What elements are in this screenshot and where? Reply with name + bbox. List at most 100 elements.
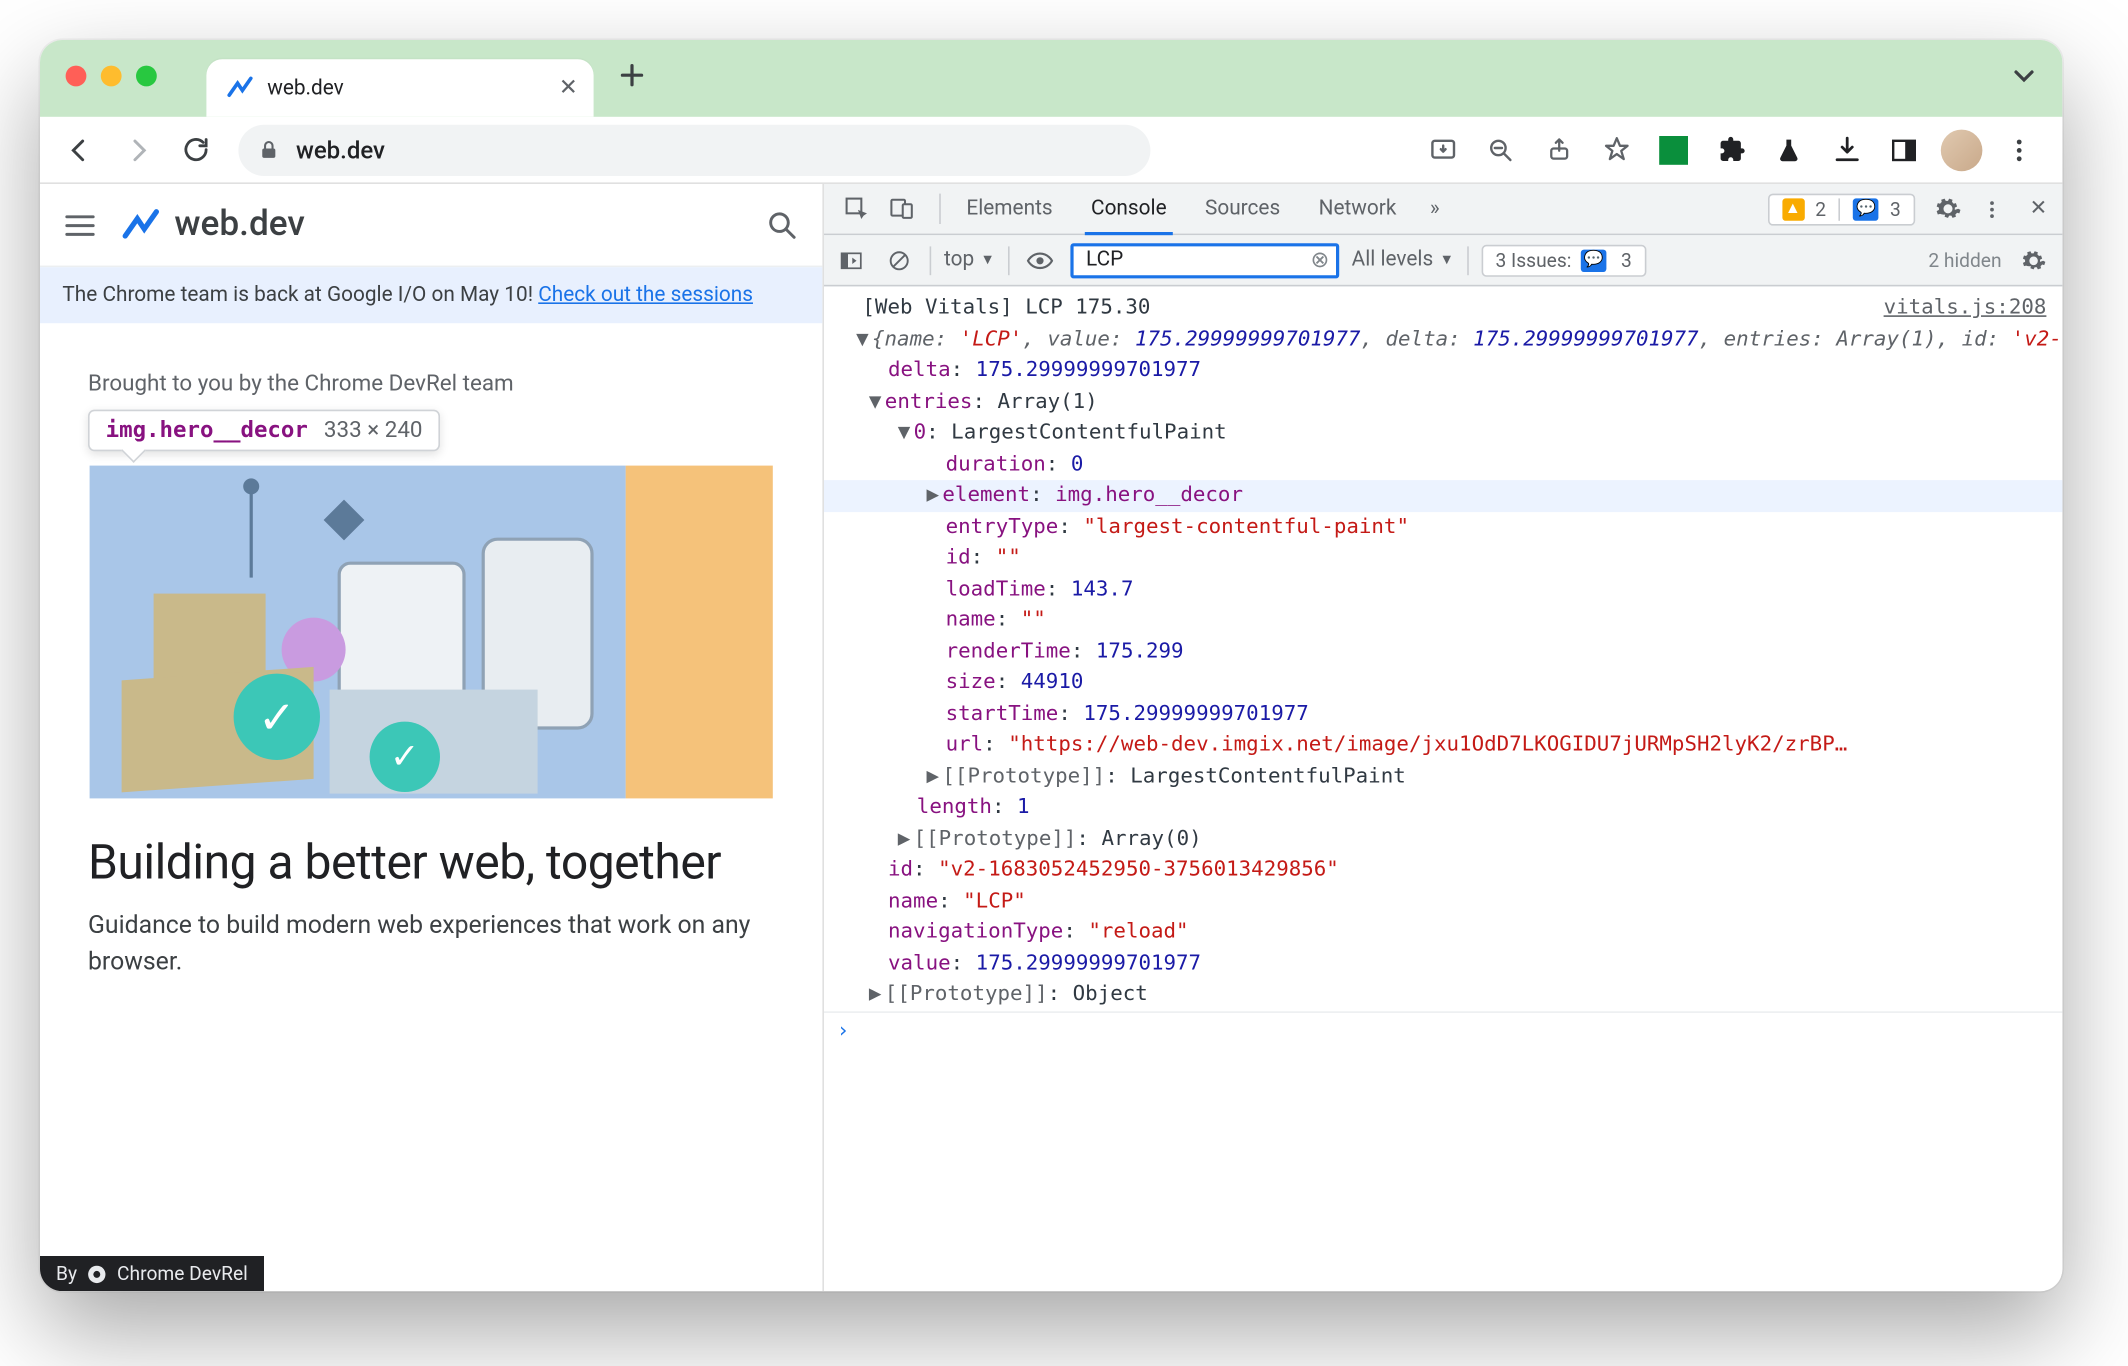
download-icon[interactable] (1826, 129, 1868, 171)
maximize-window-icon[interactable] (136, 66, 157, 87)
more-tabs-icon[interactable]: » (1416, 184, 1454, 234)
reload-button[interactable] (171, 126, 219, 174)
filter-value: LCP (1086, 248, 1123, 272)
minimize-window-icon[interactable] (101, 66, 122, 87)
log-summary: ▼{name: 'LCP', value: 175.29999999701977… (824, 324, 2062, 355)
devtools-close-icon[interactable]: ✕ (2014, 184, 2062, 234)
issues-count: 3 (1621, 249, 1632, 271)
site-logo[interactable]: web.dev (120, 204, 305, 246)
star-icon[interactable] (1595, 129, 1637, 171)
prop-nav: navigationType: "reload" (824, 917, 2062, 948)
prop-startTime: startTime: 175.29999999701977 (824, 698, 2062, 729)
tab-elements[interactable]: Elements (947, 184, 1072, 234)
devrel-badge: By Chrome DevRel (40, 1256, 264, 1291)
window-controls (66, 66, 157, 87)
kebab-icon[interactable] (1998, 129, 2040, 171)
avatar[interactable] (1941, 129, 1983, 171)
issues-label: 3 Issues: (1495, 249, 1571, 271)
zoom-out-icon[interactable] (1480, 129, 1522, 171)
message-icon: 💬 (1853, 198, 1879, 220)
filter-input[interactable]: LCP ⊗ (1070, 242, 1339, 277)
browser-window: web.dev ✕ web.dev (40, 40, 2062, 1291)
prop-renderTime: renderTime: 175.299 (824, 636, 2062, 667)
prop-oid: id: "v2-1683052452950-3756013429856" (824, 854, 2062, 885)
favicon-icon (226, 74, 255, 103)
warning-icon: ▲ (1782, 198, 1804, 220)
hamburger-icon[interactable] (62, 207, 97, 242)
entry-0: ▼0: LargestContentfulPaint (824, 418, 2062, 449)
prop-loadTime: loadTime: 143.7 (824, 574, 2062, 605)
tab-close-icon[interactable]: ✕ (559, 75, 578, 101)
search-icon[interactable] (765, 207, 800, 242)
address-bar[interactable]: web.dev (238, 124, 1150, 175)
chrome-icon (87, 1263, 108, 1284)
disclosure-icon[interactable]: ▶ (923, 761, 942, 792)
gear-icon[interactable] (1925, 184, 1970, 234)
console-prompt[interactable]: › (824, 1010, 2062, 1049)
forward-button[interactable] (114, 126, 162, 174)
prop-id: id: "" (824, 542, 2062, 573)
tabs-dropdown-icon[interactable] (2011, 62, 2037, 88)
disclosure-icon[interactable]: ▼ (853, 324, 872, 355)
device-icon[interactable] (878, 184, 923, 234)
devtools-kebab-icon[interactable] (1970, 184, 2015, 234)
console-toolbar: top ▼ LCP ⊗ All levels▼ 3 Issues: 💬 3 (824, 235, 2062, 286)
hero-image: ✓ ✓ (88, 464, 774, 800)
prop-proto2: ▶[[Prototype]]: Object (824, 979, 2062, 1010)
issues-icon: 💬 (1581, 249, 1607, 271)
prop-entries: ▼entries: Array(1) (824, 386, 2062, 417)
extension-square-icon[interactable] (1653, 129, 1695, 171)
puzzle-icon[interactable] (1710, 129, 1752, 171)
disclosure-icon[interactable]: ▶ (894, 823, 913, 854)
prop-url: url: "https://web-dev.imgix.net/image/jx… (824, 730, 2062, 761)
disclosure-icon[interactable]: ▼ (866, 386, 885, 417)
issues-button[interactable]: 3 Issues: 💬 3 (1481, 244, 1646, 276)
prop-size: size: 44910 (824, 667, 2062, 698)
new-tab-button[interactable] (610, 53, 655, 98)
page-viewport: web.dev The Chrome team is back at Googl… (40, 184, 824, 1291)
flask-icon[interactable] (1768, 129, 1810, 171)
inspect-icon[interactable] (834, 184, 879, 234)
element-tooltip: img.hero__decor 333 × 240 (88, 410, 440, 452)
badge-text: By (56, 1262, 77, 1284)
prop-entryType: entryType: "largest-contentful-paint" (824, 511, 2062, 542)
browser-tab[interactable]: web.dev ✕ (206, 59, 593, 117)
disclosure-icon[interactable]: ▶ (866, 979, 885, 1010)
disclosure-icon[interactable]: ▼ (894, 418, 913, 449)
prop-delta: delta: 175.29999999701977 (824, 355, 2062, 386)
clear-console-icon[interactable] (882, 235, 917, 285)
clear-filter-icon[interactable]: ⊗ (1310, 247, 1329, 273)
context-selector[interactable]: top ▼ (944, 248, 995, 272)
share-icon[interactable] (1538, 129, 1580, 171)
banner-link[interactable]: Check out the sessions (538, 283, 753, 307)
tab-title: web.dev (267, 76, 546, 100)
titlebar: web.dev ✕ (40, 40, 2062, 117)
install-icon[interactable] (1422, 129, 1464, 171)
lock-icon (258, 138, 280, 160)
logo-icon (120, 204, 162, 246)
badge-label: Chrome DevRel (117, 1262, 248, 1284)
levels-selector[interactable]: All levels▼ (1352, 248, 1454, 272)
live-expression-icon[interactable] (1022, 235, 1057, 285)
back-button[interactable] (56, 126, 104, 174)
page-headline: Building a better web, together (88, 835, 774, 891)
disclosure-icon[interactable]: ▶ (923, 480, 942, 511)
tooltip-dimensions: 333 × 240 (324, 418, 423, 444)
console-output[interactable]: [Web Vitals] LCP 175.30 vitals.js:208 ▼{… (824, 286, 2062, 1291)
banner-text: The Chrome team is back at Google I/O on… (62, 283, 538, 307)
status-pills[interactable]: ▲2 💬3 (1767, 193, 1915, 225)
prop-name: name: "" (824, 605, 2062, 636)
warn-count: 2 (1815, 198, 1826, 220)
console-settings-icon[interactable] (2014, 235, 2052, 285)
brought-by-text: Brought to you by the Chrome DevRel team (88, 371, 774, 397)
source-link[interactable]: vitals.js:208 (1884, 293, 2047, 324)
close-window-icon[interactable] (66, 66, 87, 87)
prop-oname: name: "LCP" (824, 886, 2062, 917)
tab-network[interactable]: Network (1299, 184, 1415, 234)
site-header: web.dev (40, 184, 822, 267)
panel-icon[interactable] (1883, 129, 1925, 171)
tab-console[interactable]: Console (1072, 184, 1186, 234)
devtools-tabs: Elements Console Sources Network » ▲2 💬3… (824, 184, 2062, 235)
tab-sources[interactable]: Sources (1186, 184, 1300, 234)
sidebar-toggle-icon[interactable] (834, 235, 869, 285)
